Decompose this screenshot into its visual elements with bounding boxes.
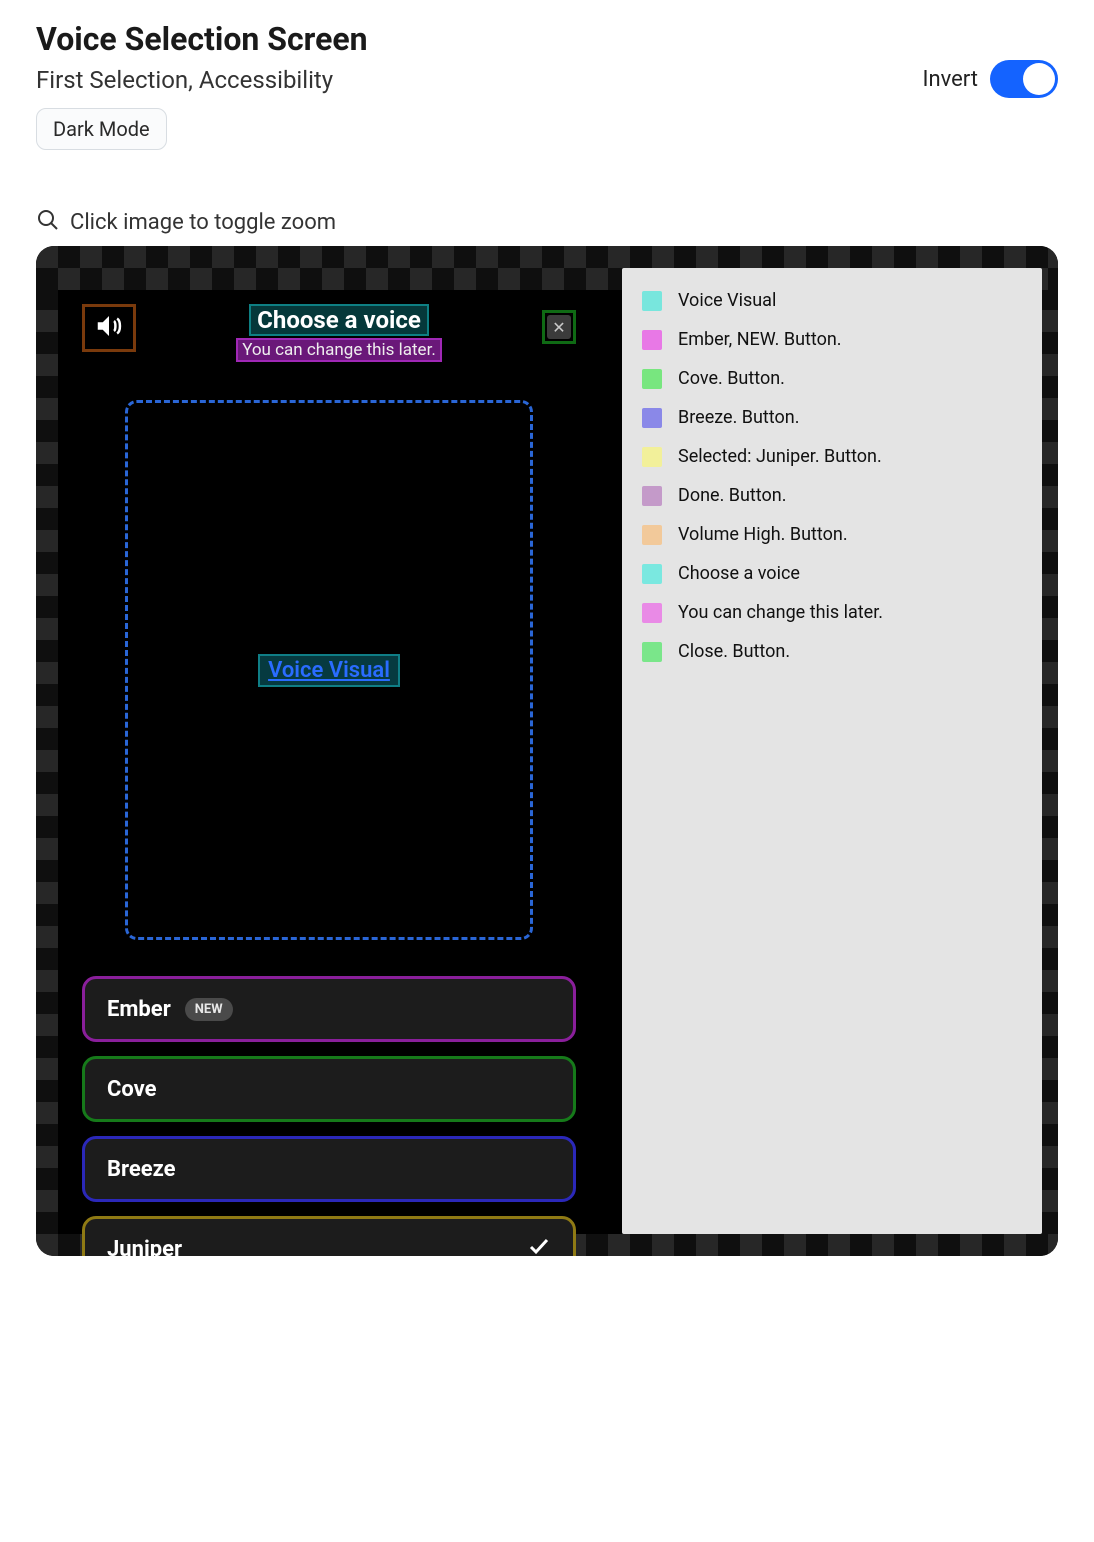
choose-voice-title: Choose a voice xyxy=(249,304,429,336)
close-button[interactable]: ✕ xyxy=(542,310,576,344)
voice-name: Cove xyxy=(107,1077,157,1102)
zoom-hint: Click image to toggle zoom xyxy=(70,210,336,235)
voice-option-cove[interactable]: Cove xyxy=(82,1056,576,1122)
invert-toggle[interactable] xyxy=(990,60,1058,98)
legend-swatch xyxy=(642,486,662,506)
legend-text: Breeze. Button. xyxy=(678,407,799,428)
legend-text: Cove. Button. xyxy=(678,368,785,389)
legend-row: Selected: Juniper. Button. xyxy=(642,446,1022,467)
legend-swatch xyxy=(642,564,662,584)
legend-text: Voice Visual xyxy=(678,290,776,311)
page-title: Voice Selection Screen xyxy=(36,20,368,58)
accessibility-legend: Voice Visual Ember, NEW. Button. Cove. But… xyxy=(622,268,1042,1234)
legend-swatch xyxy=(642,525,662,545)
dark-mode-pill[interactable]: Dark Mode xyxy=(36,108,167,150)
preview-canvas[interactable]: Choose a voice You can change this later… xyxy=(36,246,1058,1256)
voice-name: Juniper xyxy=(107,1237,182,1257)
legend-swatch xyxy=(642,369,662,389)
legend-row: Volume High. Button. xyxy=(642,524,1022,545)
close-icon: ✕ xyxy=(547,315,571,339)
voice-name: Breeze xyxy=(107,1157,176,1182)
voice-name: Ember xyxy=(107,997,171,1022)
legend-row: Close. Button. xyxy=(642,641,1022,662)
legend-swatch xyxy=(642,291,662,311)
voice-visual-frame: Voice Visual xyxy=(125,400,533,940)
voice-option-ember[interactable]: Ember NEW xyxy=(82,976,576,1042)
legend-swatch xyxy=(642,408,662,428)
invert-label: Invert xyxy=(922,67,978,92)
legend-swatch xyxy=(642,447,662,467)
legend-text: You can change this later. xyxy=(678,602,883,623)
legend-row: Ember, NEW. Button. xyxy=(642,329,1022,350)
legend-text: Close. Button. xyxy=(678,641,790,662)
search-icon xyxy=(36,208,60,236)
legend-row: Voice Visual xyxy=(642,290,1022,311)
new-badge: NEW xyxy=(185,998,233,1021)
legend-text: Selected: Juniper. Button. xyxy=(678,446,882,467)
legend-row: Choose a voice xyxy=(642,563,1022,584)
voice-option-breeze[interactable]: Breeze xyxy=(82,1136,576,1202)
voice-visual-label: Voice Visual xyxy=(258,654,400,687)
legend-row: Breeze. Button. xyxy=(642,407,1022,428)
toggle-knob xyxy=(1023,63,1055,95)
volume-high-icon xyxy=(94,311,124,345)
legend-row: Done. Button. xyxy=(642,485,1022,506)
legend-text: Choose a voice xyxy=(678,563,800,584)
legend-swatch xyxy=(642,603,662,623)
voice-option-juniper[interactable]: Juniper xyxy=(82,1216,576,1256)
check-icon xyxy=(527,1234,551,1256)
legend-row: You can change this later. xyxy=(642,602,1022,623)
legend-swatch xyxy=(642,642,662,662)
volume-high-button[interactable] xyxy=(82,304,136,352)
legend-row: Cove. Button. xyxy=(642,368,1022,389)
choose-voice-subtitle: You can change this later. xyxy=(236,338,442,362)
page-subtitle: First Selection, Accessibility xyxy=(36,66,368,94)
legend-text: Ember, NEW. Button. xyxy=(678,329,842,350)
legend-swatch xyxy=(642,330,662,350)
legend-text: Volume High. Button. xyxy=(678,524,848,545)
legend-text: Done. Button. xyxy=(678,485,786,506)
